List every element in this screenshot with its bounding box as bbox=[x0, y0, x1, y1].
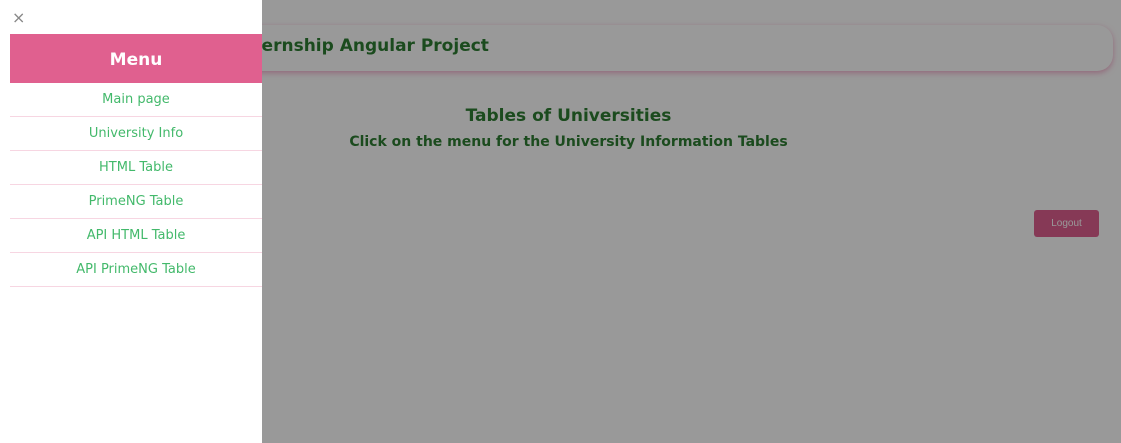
menu-header: Menu bbox=[10, 34, 262, 83]
menu-item-primeng-table[interactable]: PrimeNG Table bbox=[10, 185, 262, 219]
close-icon[interactable]: × bbox=[12, 10, 28, 26]
menu-item-university-info[interactable]: University Info bbox=[10, 117, 262, 151]
menu-item-main-page[interactable]: Main page bbox=[10, 83, 262, 117]
sidebar-drawer: × Menu Main page University Info HTML Ta… bbox=[0, 0, 262, 443]
menu-list: Main page University Info HTML Table Pri… bbox=[10, 83, 262, 287]
menu-item-api-primeng-table[interactable]: API PrimeNG Table bbox=[10, 253, 262, 287]
menu-item-html-table[interactable]: HTML Table bbox=[10, 151, 262, 185]
menu-item-api-html-table[interactable]: API HTML Table bbox=[10, 219, 262, 253]
